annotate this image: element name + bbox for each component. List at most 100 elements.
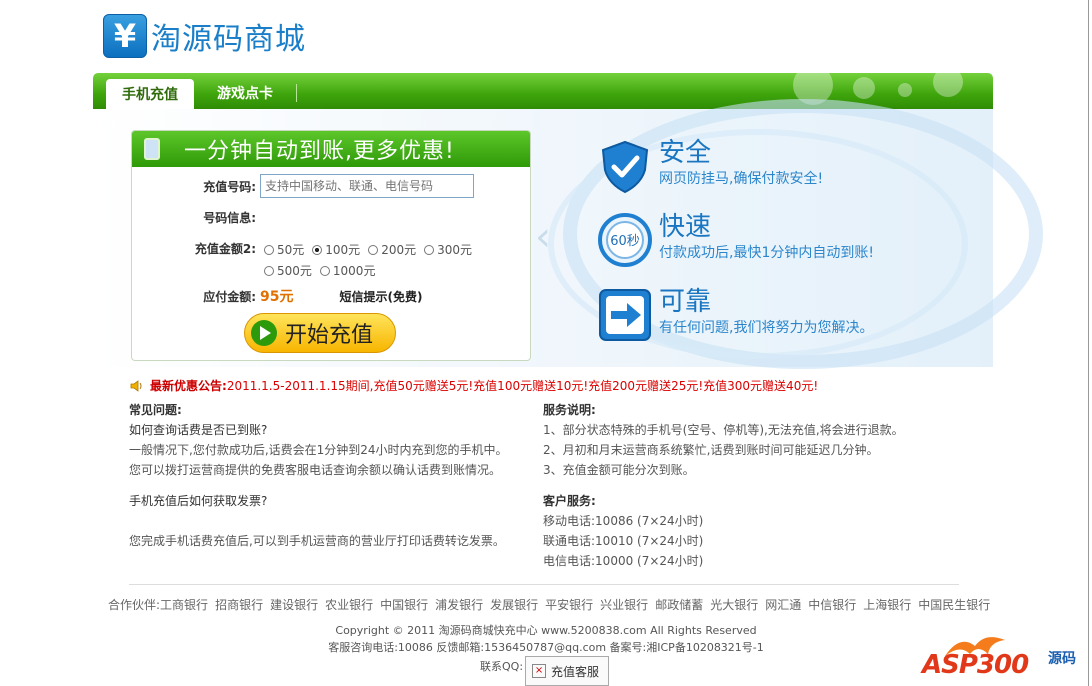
decor-bubble — [853, 77, 875, 99]
qq-button-label: 充值客服 — [551, 664, 600, 679]
radio-icon — [264, 245, 274, 255]
form-title: 一分钟自动到账,更多优惠! — [184, 139, 455, 164]
tab-mobile-recharge[interactable]: 手机充值 — [106, 79, 194, 109]
amount-option-200[interactable]: 200元 — [368, 240, 416, 260]
feature-desc: 网页防挂马,确保付款安全! — [659, 171, 824, 187]
partner-link[interactable]: 中国银行 — [380, 598, 428, 612]
feature-title: 可靠 — [659, 287, 712, 317]
notice-label: 最新优惠公告: — [150, 379, 227, 393]
service-item: 3、充值金额可能分次到账。 — [543, 463, 695, 477]
decor-bubble — [933, 73, 963, 97]
amount-label: 充值金额2: — [194, 242, 256, 256]
site-watermark: ASP300 源码 — [920, 632, 1090, 686]
amount-option-300[interactable]: 300元 — [424, 240, 472, 260]
amount-option-500[interactable]: 500元 — [264, 261, 312, 281]
partner-link[interactable]: 建设银行 — [270, 598, 318, 612]
qq-label: 联系QQ: — [480, 660, 524, 673]
shield-check-icon — [601, 140, 649, 194]
feature-security: 安全 网页防挂马,确保付款安全! — [597, 138, 823, 194]
partner-link[interactable]: 光大银行 — [710, 598, 758, 612]
qq-contact: 联系QQ: × 充值客服 — [480, 656, 610, 686]
support-item: 移动电话:10086 (7×24小时) — [543, 514, 704, 528]
footer-divider — [129, 584, 959, 585]
partner-link[interactable]: 兴业银行 — [600, 598, 648, 612]
play-icon — [251, 320, 277, 346]
watermark-cn: 源码 — [1048, 651, 1076, 667]
partner-link[interactable]: 农业银行 — [325, 598, 373, 612]
sms-hint-link[interactable]: 短信提示(免费) — [339, 288, 422, 305]
page: ¥ 淘源码商城 手机充值 游戏点卡 ‹ 一分钟自动到账,更多优惠! 充值号码: … — [0, 0, 1092, 686]
info-label: 号码信息: — [203, 211, 256, 225]
start-recharge-label: 开始充值 — [285, 323, 374, 348]
radio-icon — [424, 245, 435, 255]
faq-answer: 您可以拨打运营商提供的免费客服电话查询余额以确认话费到账情况。 — [129, 463, 502, 477]
amount-row: 充值金额2: 50元 100元 200元 300元 500元 1000元 — [132, 240, 514, 282]
partner-link[interactable]: 平安银行 — [545, 598, 593, 612]
pay-row: 应付金额: 95元 短信提示(免费) — [132, 286, 422, 306]
partner-link[interactable]: 中信银行 — [808, 598, 856, 612]
start-recharge-button[interactable]: 开始充值 — [244, 313, 396, 353]
nav-divider — [296, 84, 297, 102]
partner-link[interactable]: 工商银行 — [160, 598, 208, 612]
service-item: 1、部分状态特殊的手机号(空号、停机等),无法充值,将会进行退款。 — [543, 423, 904, 437]
partner-link[interactable]: 浦发银行 — [435, 598, 483, 612]
radio-icon — [319, 266, 330, 276]
partner-link[interactable]: 招商银行 — [215, 598, 263, 612]
radio-icon — [368, 245, 379, 255]
site-name: 淘源码商城 — [151, 22, 306, 57]
faq-answer: 您完成手机话费充值后,可以到手机运营商的营业厅打印话费转讫发票。 — [129, 534, 505, 548]
phone-label: 充值号码: — [203, 179, 256, 194]
support-title: 客户服务: — [543, 494, 596, 508]
partner-link[interactable]: 邮政储蓄 — [655, 598, 703, 612]
phone-row: 充值号码: — [132, 174, 474, 198]
tab-game-card[interactable]: 游戏点卡 — [201, 78, 289, 108]
amount-option-50[interactable]: 50元 — [264, 240, 304, 260]
radio-checked-icon — [312, 245, 323, 255]
recharge-form: 一分钟自动到账,更多优惠! 充值号码: 号码信息: 充值金额2: 50元 100元… — [131, 130, 531, 361]
partner-link[interactable]: 发展银行 — [490, 598, 538, 612]
service-title: 服务说明: — [543, 403, 596, 417]
amount-option-100[interactable]: 100元 — [312, 240, 360, 260]
faq-question: 如何查询话费是否已到账? — [129, 423, 268, 437]
partner-banks: 合作伙伴:工商银行 招商银行 建设银行 农业银行 中国银行 浦发银行 发展银行 平安银行 兴业银… — [108, 596, 997, 613]
partner-link[interactable]: 中国民生银行 — [918, 598, 990, 612]
feature-reliable: 可靠 有任何问题,我们将努力为您解决。 — [597, 287, 873, 343]
form-header: 一分钟自动到账,更多优惠! — [132, 131, 530, 167]
speaker-icon — [130, 379, 142, 392]
partner-link[interactable]: 上海银行 — [863, 598, 911, 612]
pay-label: 应付金额: — [203, 289, 256, 304]
phone-input[interactable] — [260, 174, 474, 198]
chevron-left-icon[interactable]: ‹ — [535, 214, 551, 260]
mobile-phone-icon — [144, 138, 160, 160]
broken-image-icon: × — [532, 664, 547, 678]
faq-title: 常见问题: — [129, 403, 182, 417]
notice-text[interactable]: 2011.1.5-2011.1.15期间,充值50元赠送5元!充值100元赠送1… — [227, 377, 818, 394]
amount-option-1000[interactable]: 1000元 — [319, 261, 375, 281]
amount-options: 50元 100元 200元 300元 500元 1000元 — [264, 240, 514, 282]
promo-notice: 最新优惠公告: 2011.1.5-2011.1.15期间,充值50元赠送5元!充… — [130, 377, 818, 394]
service-section: 服务说明: 1、部分状态特殊的手机号(空号、停机等),无法充值,将会进行退款。 … — [543, 400, 904, 571]
feature-speed: 60秒 快速 付款成功后,最快1分钟内自动到账! — [597, 212, 874, 268]
site-logo[interactable]: ¥ 淘源码商城 — [103, 14, 306, 58]
feature-desc: 付款成功后,最快1分钟内自动到账! — [659, 245, 874, 261]
clock-60s-icon: 60秒 — [598, 213, 652, 267]
qq-service-button[interactable]: × 充值客服 — [525, 656, 610, 686]
arrow-right-icon — [599, 289, 651, 341]
faq-answer: 一般情况下,您付款成功后,话费会在1分钟到24小时内充到您的手机中。 — [129, 443, 508, 457]
support-item: 电信电话:10000 (7×24小时) — [543, 554, 704, 568]
faq-section: 常见问题: 如何查询话费是否已到账? 一般情况下,您付款成功后,话费会在1分钟到… — [129, 400, 508, 551]
info-row: 号码信息: — [132, 209, 256, 226]
window-edge — [1088, 0, 1089, 686]
yuan-icon: ¥ — [103, 14, 147, 58]
pay-amount: 95元 — [260, 289, 294, 305]
feature-title: 安全 — [659, 138, 712, 168]
watermark-text: ASP300 — [922, 650, 1029, 680]
partner-link[interactable]: 网汇通 — [765, 598, 801, 612]
svg-text:60秒: 60秒 — [610, 234, 640, 249]
feature-desc: 有任何问题,我们将努力为您解决。 — [659, 320, 874, 336]
support-item: 联通电话:10010 (7×24小时) — [543, 534, 704, 548]
partners-label: 合作伙伴: — [108, 598, 161, 612]
